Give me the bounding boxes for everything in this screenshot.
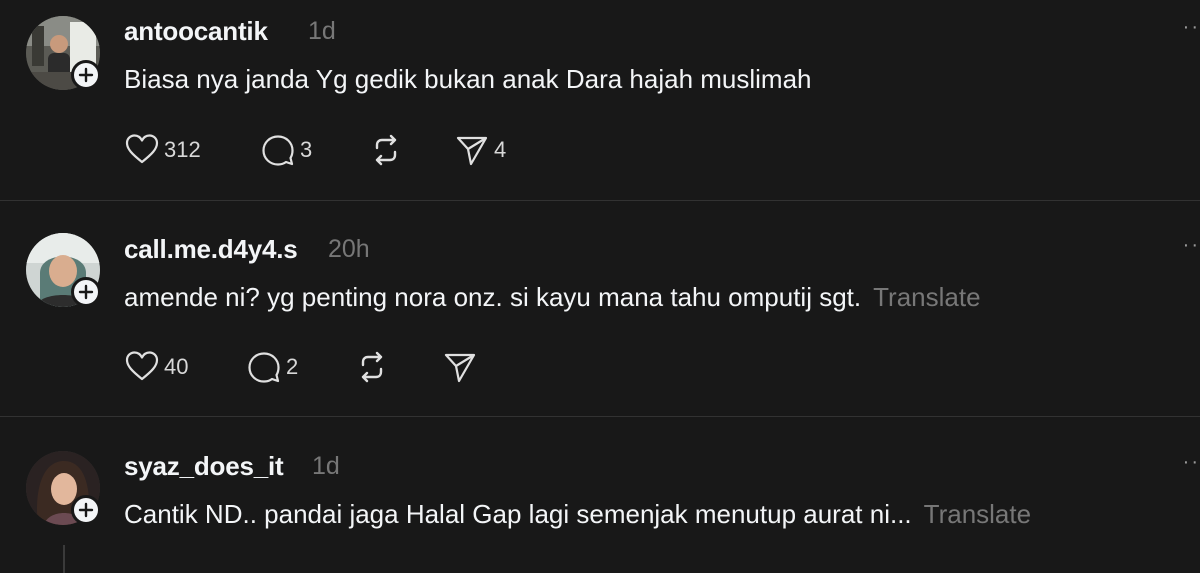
reply-count: 2 [286,354,299,379]
follow-button[interactable] [71,60,101,90]
repost-icon [361,351,383,383]
like-count: 312 [164,137,201,162]
username[interactable]: antoocantik [124,16,268,47]
plus-icon [78,67,94,83]
thread-replies-feed: antoocantik 1d ·· Biasa nya janda Yg ged… [0,0,1200,573]
post-body: amende ni? yg penting nora onz. si kayu … [124,282,862,312]
translate-link[interactable]: Translate [924,499,1031,529]
follow-button[interactable] [71,495,101,525]
share-button[interactable]: 4 [454,132,506,168]
share-count: 4 [494,137,507,162]
repost-button[interactable] [354,349,390,385]
send-icon [456,136,488,166]
more-icon[interactable]: ·· [1183,234,1200,257]
repost-icon [375,134,397,166]
comment-icon [262,135,294,166]
more-icon[interactable]: ·· [1183,451,1200,474]
username[interactable]: call.me.d4y4.s [124,234,298,265]
translate-link[interactable]: Translate [873,282,980,312]
plus-icon [78,284,94,300]
timestamp: 1d [312,452,340,480]
reply-post: call.me.d4y4.s 20h ·· amende ni? yg pent… [0,201,1200,416]
reply-post: syaz_does_it 1d ·· Cantik ND.. pandai ja… [0,417,1200,573]
reply-button[interactable]: 2 [246,349,298,385]
share-button[interactable] [442,349,478,385]
like-count: 40 [164,354,189,379]
timestamp: 1d [308,17,336,45]
like-button[interactable]: 312 [124,132,201,168]
post-text: amende ni? yg penting nora onz. si kayu … [124,282,981,313]
thread-line [63,545,65,573]
comment-icon [248,352,280,383]
username[interactable]: syaz_does_it [124,451,284,482]
post-text: Biasa nya janda Yg gedik bukan anak Dara… [124,64,812,95]
reply-post: antoocantik 1d ·· Biasa nya janda Yg ged… [0,0,1200,200]
reply-count: 3 [300,137,313,162]
post-text: Cantik ND.. pandai jaga Halal Gap lagi s… [124,499,1031,530]
repost-button[interactable] [368,132,404,168]
follow-button[interactable] [71,277,101,307]
like-button[interactable]: 40 [124,349,188,385]
send-icon [444,353,476,383]
heart-icon [125,134,159,164]
heart-icon [125,351,159,381]
reply-button[interactable]: 3 [260,132,312,168]
post-body: Cantik ND.. pandai jaga Halal Gap lagi s… [124,499,912,529]
plus-icon [78,502,94,518]
post-body: Biasa nya janda Yg gedik bukan anak Dara… [124,64,812,94]
timestamp: 20h [328,235,370,263]
more-icon[interactable]: ·· [1183,16,1200,39]
